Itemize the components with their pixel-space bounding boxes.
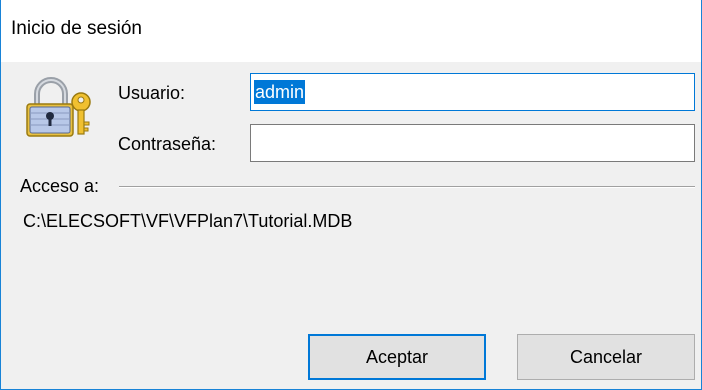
- access-group-label: Acceso a:: [20, 176, 104, 197]
- title-bar[interactable]: Inicio de sesión: [1, 0, 701, 62]
- user-label: Usuario:: [118, 83, 186, 103]
- database-path: C:\ELECSOFT\VF\VFPlan7\Tutorial.MDB: [23, 211, 353, 231]
- window-title: Inicio de sesión: [11, 18, 142, 39]
- accept-button[interactable]: Aceptar: [308, 334, 486, 380]
- user-input-value: admin: [254, 80, 306, 104]
- password-label: Contraseña:: [118, 134, 217, 154]
- padlock-key-icon: [23, 74, 95, 140]
- user-input[interactable]: admin: [250, 73, 695, 111]
- password-input[interactable]: [250, 124, 695, 162]
- cancel-button[interactable]: Cancelar: [517, 334, 695, 380]
- login-dialog: Inicio de sesión Usuario: admin Contrase…: [0, 0, 702, 390]
- access-group-divider: [119, 186, 695, 188]
